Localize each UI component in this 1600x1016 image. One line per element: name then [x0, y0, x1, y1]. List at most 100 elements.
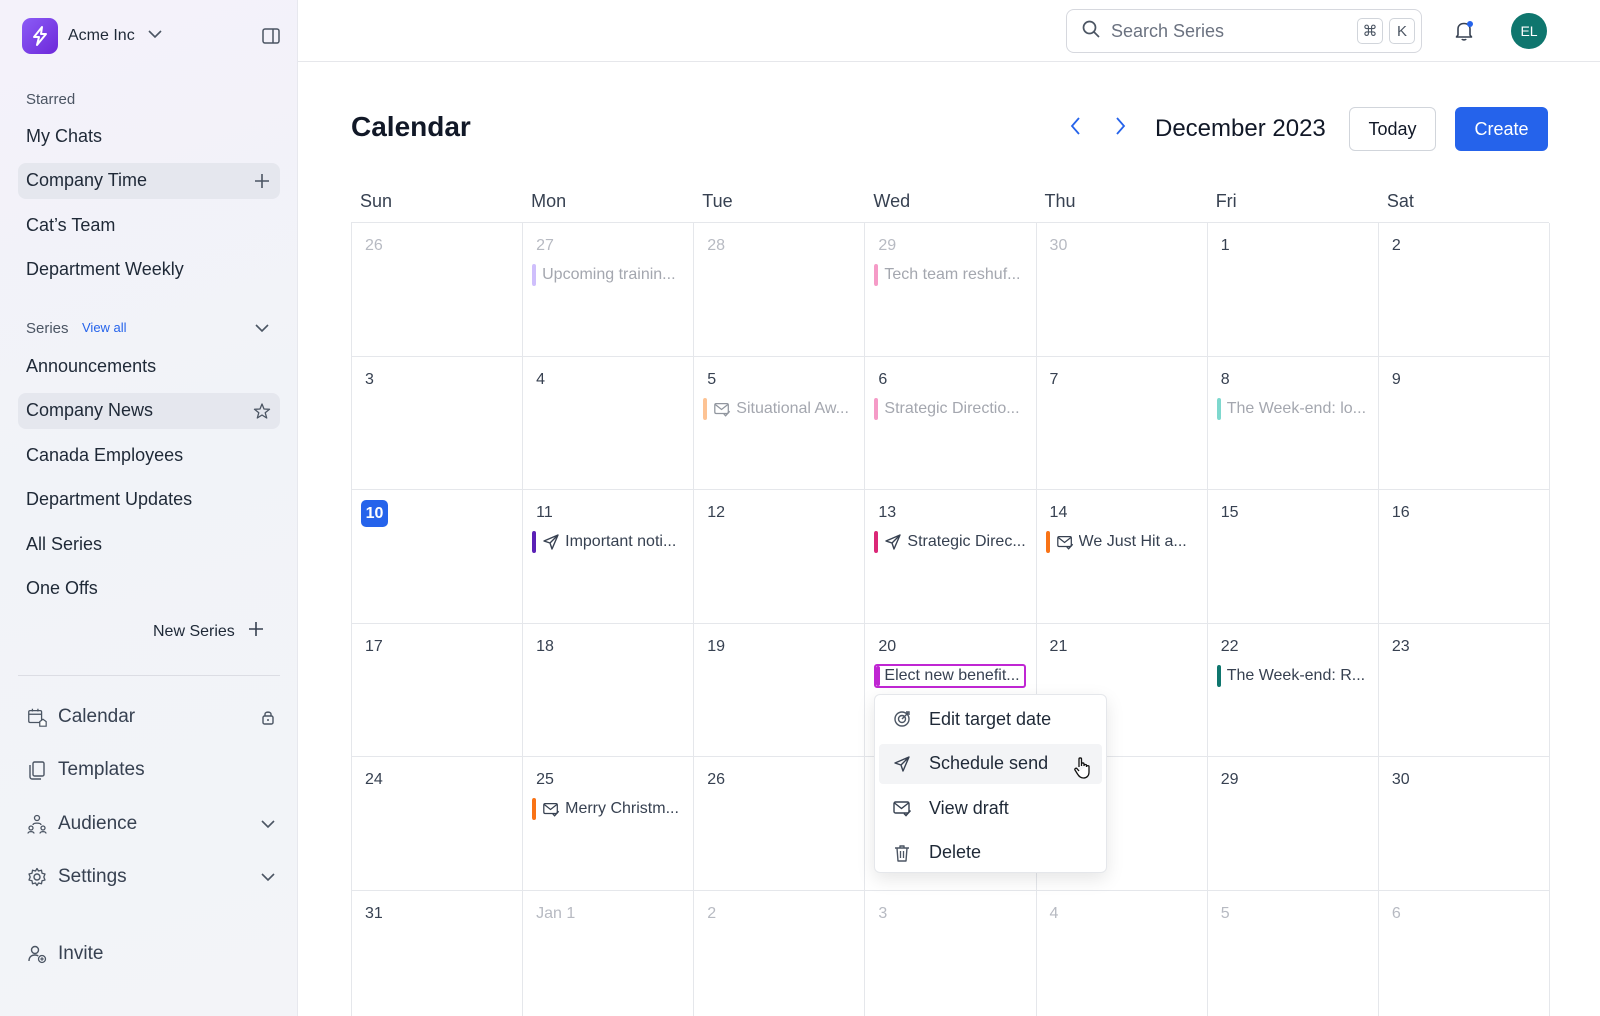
calendar-day-cell[interactable]: 26 — [352, 223, 524, 357]
sidebar-tool-calendar[interactable]: Calendar — [26, 699, 282, 735]
calendar-day-cell[interactable]: 13 Strategic Direc... — [865, 490, 1037, 624]
menu-item-view-draft[interactable]: View draft — [879, 788, 1102, 828]
calendar-day-cell[interactable]: 28 — [694, 223, 866, 357]
calendar-day-cell[interactable]: Jan 1 — [523, 890, 695, 1016]
calendar-day-cell[interactable]: 31 — [352, 890, 524, 1016]
calendar-day-cell[interactable]: 5 Situational Aw... — [694, 356, 866, 490]
menu-item-edit-target-date[interactable]: Edit target date — [879, 699, 1102, 739]
lock-icon[interactable] — [258, 707, 278, 727]
prev-month-button[interactable] — [1061, 113, 1091, 143]
event-title: Merry Christm... — [565, 800, 679, 817]
invite-label: Invite — [58, 943, 104, 964]
calendar-event[interactable]: Merry Christm... — [532, 797, 684, 821]
day-number: 30 — [1049, 237, 1068, 254]
menu-item-delete[interactable]: Delete — [879, 833, 1102, 873]
calendar-day-cell[interactable]: 25 Merry Christm... — [523, 757, 695, 891]
calendar-day-cell[interactable]: 29 Tech team reshuf... — [865, 223, 1037, 357]
event-title: The Week-end: lo... — [1226, 399, 1367, 417]
sidebar-tool-audience[interactable]: Audience — [26, 806, 282, 842]
create-button[interactable]: Create — [1455, 107, 1548, 151]
view-all-link[interactable]: View all — [82, 320, 127, 335]
calendar-day-cell[interactable]: 16 — [1378, 490, 1550, 624]
sidebar-tool-templates[interactable]: Templates — [26, 752, 282, 788]
calendar-event[interactable]: Upcoming trainin... — [532, 263, 684, 287]
calendar-day-cell[interactable]: 9 — [1378, 356, 1550, 490]
calendar-day-cell[interactable]: 8 The Week-end: lo... — [1207, 356, 1379, 490]
calendar-event[interactable]: Strategic Directio... — [874, 397, 1026, 421]
sidebar-item-company-news[interactable]: Company News — [18, 392, 280, 429]
calendar-day-cell[interactable]: 24 — [352, 757, 524, 891]
event-title: Situational Aw... — [736, 399, 849, 417]
sidebar-item-department-weekly[interactable]: Department Weekly — [18, 252, 280, 288]
calendar-day-cell[interactable]: 29 — [1207, 757, 1379, 891]
new-series-button[interactable]: New Series — [153, 620, 265, 643]
calendar-day-cell[interactable]: 2 — [694, 890, 866, 1016]
calendar-event[interactable]: Elect new benefit... — [874, 663, 1027, 688]
sidebar-item-cat-s-team[interactable]: Cat’s Team — [18, 207, 280, 243]
calendar-event[interactable]: The Week-end: lo... — [1216, 397, 1369, 421]
day-number: 26 — [365, 237, 383, 254]
calendar-event[interactable]: Situational Aw... — [703, 397, 855, 421]
event-title: Important noti... — [565, 533, 677, 550]
calendar-day-cell[interactable]: 2 — [1378, 223, 1550, 357]
sidebar-tool-settings[interactable]: Settings — [26, 859, 282, 895]
next-month-button[interactable] — [1105, 113, 1135, 143]
invite-user-icon — [26, 943, 48, 965]
calendar-day-cell[interactable]: 10 — [352, 490, 524, 624]
calendar-day-cell[interactable]: 22 The Week-end: R... — [1207, 623, 1379, 757]
calendar-day-cell[interactable]: 6 Strategic Directio... — [865, 356, 1037, 490]
chevron-down-icon[interactable] — [258, 867, 278, 887]
event-color-bar — [874, 397, 879, 420]
sidebar-tool-label: Templates — [58, 759, 145, 780]
calendar-day-cell[interactable]: 7 — [1036, 356, 1208, 490]
sidebar-item-department-updates[interactable]: Department Updates — [18, 482, 280, 518]
day-number: 5 — [707, 370, 717, 388]
calendar-day-cell[interactable]: 3 — [352, 356, 524, 490]
calendar-day-cell[interactable]: 3 — [865, 890, 1037, 1016]
sidebar-toggle-icon[interactable] — [260, 25, 282, 47]
menu-item-schedule-send[interactable]: Schedule send — [879, 743, 1102, 784]
calendar-day-cell[interactable]: 17 — [352, 623, 524, 757]
plus-icon[interactable] — [252, 171, 272, 191]
calendar-day-cell[interactable]: 12 — [694, 490, 866, 624]
audience-icon — [26, 813, 48, 835]
calendar-day-cell[interactable]: 27 Upcoming trainin... — [523, 223, 695, 357]
calendar-day-cell[interactable]: 11 Important noti... — [523, 490, 695, 624]
day-number: 3 — [365, 370, 374, 388]
avatar[interactable]: EL — [1511, 13, 1547, 49]
notification-bell-icon[interactable] — [1451, 18, 1477, 44]
calendar-day-cell[interactable]: 19 — [694, 623, 866, 757]
calendar-event[interactable]: Tech team reshuf... — [874, 263, 1026, 287]
org-switcher[interactable]: Acme Inc — [22, 18, 165, 54]
invite-button[interactable]: Invite — [26, 936, 282, 972]
sidebar-item-canada-employees[interactable]: Canada Employees — [18, 437, 280, 473]
calendar-day-cell[interactable]: 18 — [523, 623, 695, 757]
chevron-down-icon[interactable] — [252, 318, 272, 338]
sidebar-item-my-chats[interactable]: My Chats — [18, 118, 280, 154]
calendar-day-cell[interactable]: 23 — [1378, 623, 1550, 757]
calendar-event[interactable]: The Week-end: R... — [1216, 664, 1369, 688]
calendar-day-cell[interactable]: 1 — [1207, 223, 1379, 357]
calendar-day-cell[interactable]: 4 — [523, 356, 695, 490]
sidebar-item-one-offs[interactable]: One Offs — [18, 571, 280, 607]
sidebar-item-company-time[interactable]: Company Time — [18, 162, 280, 199]
calendar-day-cell[interactable]: 6 — [1379, 890, 1550, 1016]
calendar-day-cell[interactable]: 30 — [1378, 757, 1550, 891]
calendar-day-cell[interactable]: 26 — [694, 757, 866, 891]
star-icon[interactable] — [252, 401, 272, 421]
sidebar-item-all-series[interactable]: All Series — [18, 526, 280, 562]
calendar-event[interactable]: Strategic Direc... — [874, 530, 1026, 554]
calendar-day-cell[interactable]: 5 — [1208, 890, 1379, 1016]
calendar-day-cell[interactable]: 14 We Just Hit a... — [1036, 490, 1208, 624]
new-series-label: New Series — [153, 622, 235, 640]
calendar-day-cell[interactable]: 30 — [1036, 223, 1208, 357]
chevron-down-icon[interactable] — [258, 814, 278, 834]
calendar-day-cell[interactable]: 15 — [1207, 490, 1379, 624]
calendar-event[interactable]: Important noti... — [532, 530, 684, 554]
sidebar-item-label: Canada Employees — [26, 444, 184, 465]
calendar-day-cell[interactable]: 4 — [1037, 890, 1208, 1016]
today-button[interactable]: Today — [1349, 107, 1436, 151]
search-input[interactable]: Search Series ⌘ K — [1066, 9, 1422, 53]
calendar-event[interactable]: We Just Hit a... — [1045, 530, 1198, 554]
sidebar-item-announcements[interactable]: Announcements — [18, 348, 280, 384]
